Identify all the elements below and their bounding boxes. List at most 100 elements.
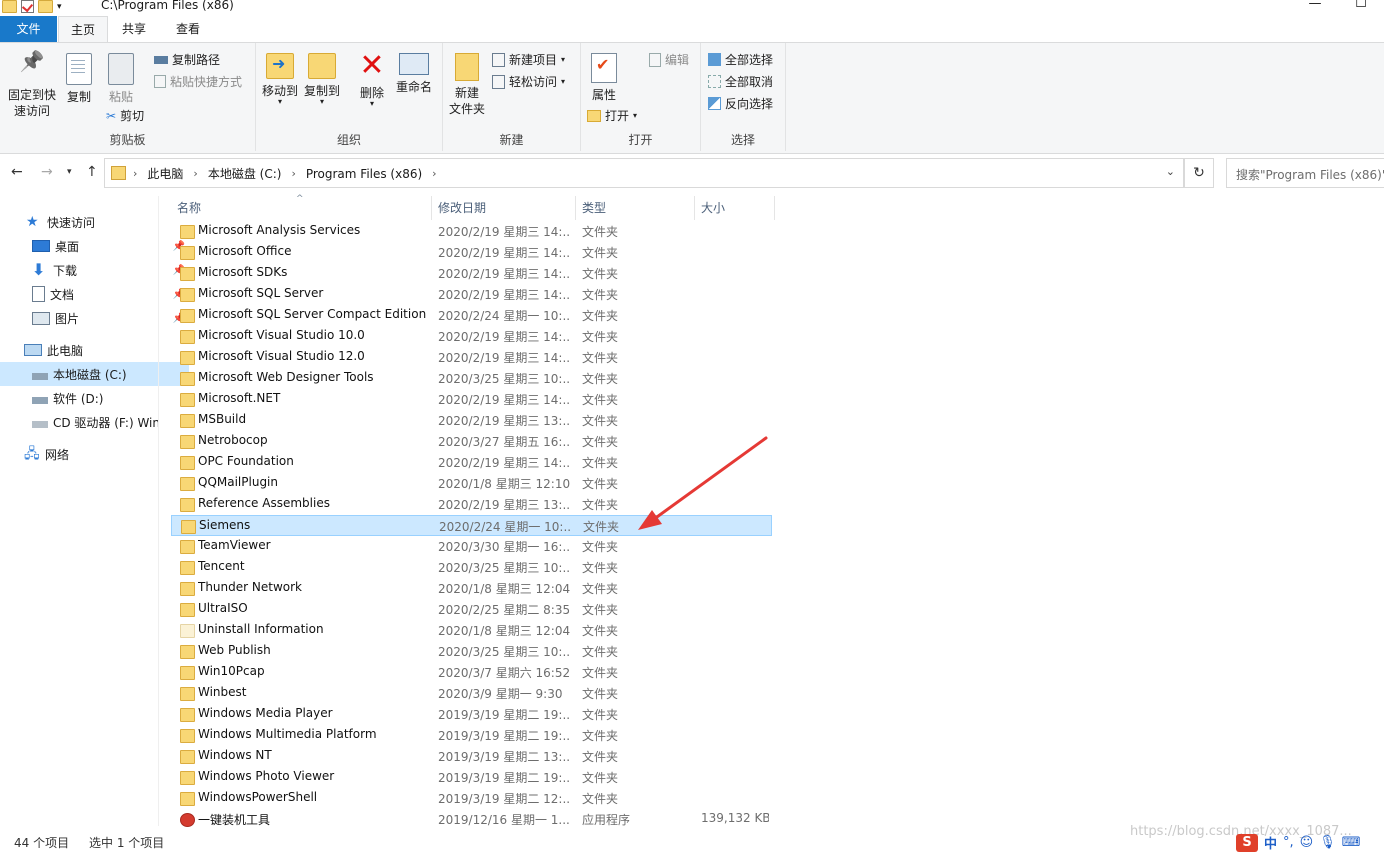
select-none-button[interactable]: 全部取消 bbox=[708, 73, 773, 90]
tab-file[interactable]: 文件 bbox=[0, 16, 57, 42]
file-row[interactable]: Microsoft.NET 2020/2/19 星期三 14:... 文件夹 bbox=[171, 389, 772, 410]
column-header-date[interactable]: 修改日期 bbox=[432, 196, 576, 220]
ime-punctuation-toggle[interactable]: °, bbox=[1283, 835, 1294, 850]
nav-label: 下载 bbox=[53, 263, 78, 278]
properties-quick-icon[interactable] bbox=[21, 0, 34, 13]
chevron-right-icon[interactable]: › bbox=[133, 167, 137, 180]
chevron-right-icon[interactable]: › bbox=[193, 167, 197, 180]
nav-this-pc[interactable]: 此电脑 bbox=[0, 338, 181, 362]
file-row[interactable]: Web Publish 2020/3/25 星期三 10:... 文件夹 bbox=[171, 641, 772, 662]
cut-button[interactable]: ✂ 剪切 bbox=[106, 107, 144, 124]
file-row[interactable]: Microsoft Web Designer Tools 2020/3/25 星期… bbox=[171, 368, 772, 389]
edit-button[interactable]: 编辑 bbox=[649, 51, 689, 68]
nav-pictures[interactable]: 图片 📌 bbox=[0, 306, 189, 330]
customize-toolbar-dropdown[interactable]: ▾ bbox=[57, 2, 62, 12]
file-row[interactable]: Windows NT 2019/3/19 星期二 13:... 文件夹 bbox=[171, 746, 772, 767]
nav-local-disk-c[interactable]: 本地磁盘 (C:) bbox=[0, 362, 189, 386]
invert-selection-button[interactable]: 反向选择 bbox=[708, 95, 773, 112]
properties-button[interactable]: 属性 bbox=[587, 53, 621, 103]
open-button[interactable]: 打开 ▾ bbox=[587, 107, 637, 124]
nav-software-d[interactable]: 软件 (D:) bbox=[0, 386, 189, 410]
copy-to-button[interactable]: 复制到 ▾ bbox=[302, 53, 342, 106]
easy-access-label: 轻松访问 bbox=[509, 75, 558, 89]
tab-view[interactable]: 查看 bbox=[162, 16, 214, 42]
chevron-right-icon[interactable]: › bbox=[432, 167, 436, 180]
refresh-button[interactable]: ↻ bbox=[1184, 158, 1214, 188]
pane-splitter[interactable] bbox=[158, 196, 159, 826]
column-header-type[interactable]: 类型 bbox=[576, 196, 695, 220]
file-row[interactable]: 一键装机工具 2019/12/16 星期一 1... 应用程序 139,132 KB bbox=[171, 809, 772, 830]
file-row[interactable]: UltraISO 2020/2/25 星期二 8:35 文件夹 bbox=[171, 599, 772, 620]
recent-locations-dropdown[interactable]: ▾ bbox=[67, 167, 72, 177]
new-folder-button[interactable]: 新建 文件夹 bbox=[447, 53, 487, 117]
file-row[interactable]: Microsoft SQL Server 2020/2/19 星期三 14:...… bbox=[171, 284, 772, 305]
chevron-right-icon[interactable]: › bbox=[291, 167, 295, 180]
ime-language-toggle[interactable]: 中 bbox=[1264, 833, 1277, 852]
new-folder-quick-icon[interactable] bbox=[38, 0, 53, 13]
nav-documents[interactable]: 文档 📌 bbox=[0, 282, 189, 306]
column-header-name[interactable]: 名称 ^ bbox=[171, 194, 432, 220]
keyboard-icon[interactable]: ⌨ bbox=[1342, 835, 1361, 850]
breadcrumb-local-disk[interactable]: 本地磁盘 (C:) bbox=[208, 165, 282, 182]
file-row[interactable]: Microsoft Analysis Services 2020/2/19 星期三… bbox=[171, 221, 772, 242]
file-row[interactable]: Microsoft Visual Studio 10.0 2020/2/19 星期… bbox=[171, 326, 772, 347]
file-row[interactable]: TeamViewer 2020/3/30 星期一 16:... 文件夹 bbox=[171, 536, 772, 557]
new-item-button[interactable]: 新建项目 ▾ bbox=[492, 51, 565, 68]
file-row[interactable]: Microsoft Visual Studio 12.0 2020/2/19 星期… bbox=[171, 347, 772, 368]
open-folder-icon bbox=[587, 109, 601, 122]
address-dropdown-icon[interactable]: ⌄ bbox=[1166, 165, 1175, 178]
folder-icon bbox=[180, 414, 195, 428]
pin-quick-access-button[interactable]: 固定到快 速访问 bbox=[4, 53, 60, 119]
desktop-icon bbox=[32, 240, 50, 252]
up-button[interactable]: ↑ bbox=[86, 164, 98, 180]
nav-quick-access[interactable]: ★ 快速访问 bbox=[0, 210, 183, 234]
select-all-button[interactable]: 全部选择 bbox=[708, 51, 773, 68]
file-row[interactable]: Uninstall Information 2020/1/8 星期三 12:04 文… bbox=[171, 620, 772, 641]
file-row[interactable]: MSBuild 2020/2/19 星期三 13:... 文件夹 bbox=[171, 410, 772, 431]
navigation-pane: ★ 快速访问 桌面 📌 ⬇ 下载 📌 文档 📌 图片 📌 此电脑 本地磁盘 (C… bbox=[0, 206, 189, 826]
emoji-icon[interactable]: ☺ bbox=[1300, 835, 1314, 850]
file-row[interactable]: Thunder Network 2020/1/8 星期三 12:04 文件夹 bbox=[171, 578, 772, 599]
file-row[interactable]: Win10Pcap 2020/3/7 星期六 16:52 文件夹 bbox=[171, 662, 772, 683]
breadcrumb-this-pc[interactable]: 此电脑 bbox=[147, 165, 183, 182]
file-row[interactable]: Microsoft Office 2020/2/19 星期三 14:... 文件夹 bbox=[171, 242, 772, 263]
folder-icon bbox=[180, 309, 195, 323]
rename-button[interactable]: 重命名 bbox=[392, 53, 436, 95]
file-type: 文件夹 bbox=[582, 309, 619, 323]
file-row[interactable]: Winbest 2020/3/9 星期一 9:30 文件夹 bbox=[171, 683, 772, 704]
file-row[interactable]: WindowsPowerShell 2019/3/19 星期二 12:... 文件夹 bbox=[171, 788, 772, 809]
microphone-icon[interactable]: 🎙 bbox=[1319, 835, 1336, 850]
maximize-button[interactable]: ☐ bbox=[1338, 0, 1384, 11]
nav-desktop[interactable]: 桌面 📌 bbox=[0, 234, 189, 258]
file-row[interactable]: Tencent 2020/3/25 星期三 10:... 文件夹 bbox=[171, 557, 772, 578]
file-row[interactable]: Windows Multimedia Platform 2019/3/19 星期二… bbox=[171, 725, 772, 746]
tab-share[interactable]: 共享 bbox=[110, 16, 158, 42]
move-to-button[interactable]: 移动到 ▾ bbox=[260, 53, 300, 106]
file-date: 2020/3/27 星期五 16:... bbox=[438, 435, 571, 449]
breadcrumb-program-files[interactable]: Program Files (x86) bbox=[306, 167, 422, 181]
sogou-logo-icon[interactable]: S bbox=[1236, 833, 1258, 852]
search-box[interactable]: 搜索"Program Files (x86)" bbox=[1226, 158, 1384, 188]
nav-downloads[interactable]: ⬇ 下载 📌 bbox=[0, 258, 189, 282]
column-header-size[interactable]: 大小 bbox=[695, 196, 775, 220]
delete-button[interactable]: ✕ 删除 ▾ bbox=[354, 51, 390, 108]
file-row[interactable]: Windows Media Player 2019/3/19 星期二 19:...… bbox=[171, 704, 772, 725]
paste-shortcut-button[interactable]: 粘贴快捷方式 bbox=[154, 73, 242, 90]
nav-network[interactable]: 🖧 网络 bbox=[0, 442, 181, 466]
copy-path-button[interactable]: 复制路径 bbox=[154, 51, 220, 68]
folder-icon bbox=[180, 687, 195, 701]
new-item-label: 新建项目 bbox=[509, 53, 558, 67]
select-group: 全部选择 全部取消 反向选择 选择 bbox=[701, 43, 786, 151]
tab-home[interactable]: 主页 bbox=[58, 16, 108, 44]
minimize-button[interactable]: — bbox=[1292, 0, 1338, 11]
nav-cd-drive[interactable]: CD 驱动器 (F:) Win bbox=[0, 410, 189, 434]
copy-button[interactable]: 复制 bbox=[62, 53, 96, 105]
address-bar[interactable]: › 此电脑 › 本地磁盘 (C:) › Program Files (x86) … bbox=[104, 158, 1184, 188]
file-row[interactable]: Windows Photo Viewer 2019/3/19 星期二 19:...… bbox=[171, 767, 772, 788]
paste-button[interactable]: 粘贴 bbox=[104, 53, 138, 105]
easy-access-button[interactable]: 轻松访问 ▾ bbox=[492, 73, 565, 90]
forward-button[interactable]: → bbox=[41, 164, 53, 180]
file-row[interactable]: Microsoft SDKs 2020/2/19 星期三 14:... 文件夹 bbox=[171, 263, 772, 284]
back-button[interactable]: ← bbox=[11, 164, 23, 180]
file-row[interactable]: Microsoft SQL Server Compact Edition 2020… bbox=[171, 305, 772, 326]
